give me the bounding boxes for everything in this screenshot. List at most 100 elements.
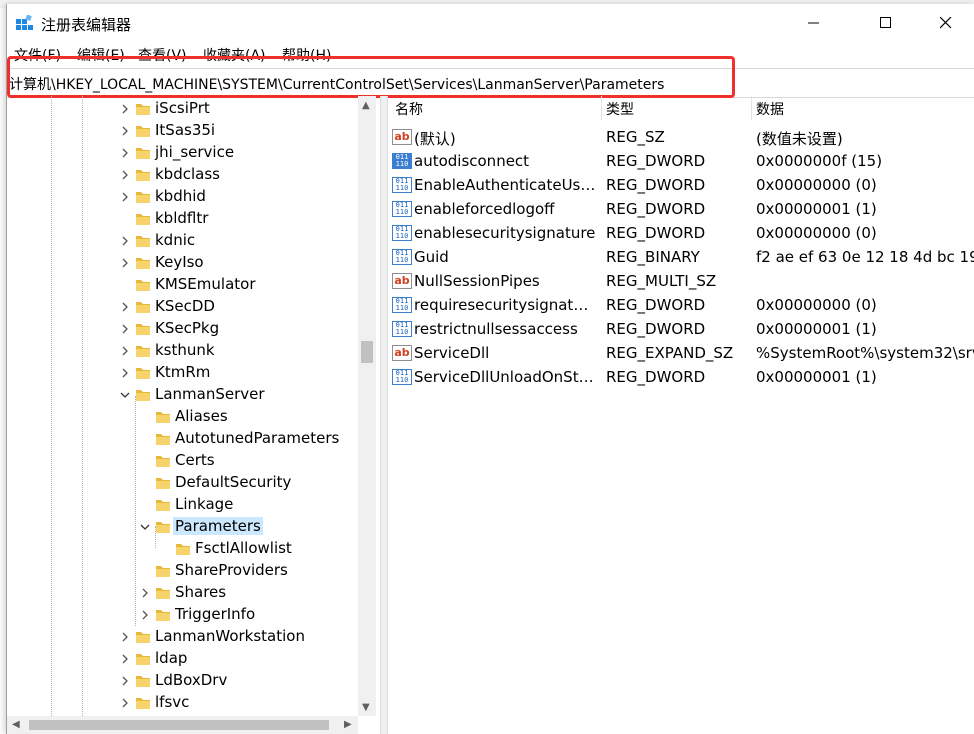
chevron-right-icon[interactable] [119, 652, 131, 666]
tree-node-label[interactable]: KMSEmulator [153, 275, 257, 293]
tree-node[interactable]: AutotunedParameters [7, 428, 367, 450]
close-button[interactable] [923, 6, 969, 40]
tree-node-label[interactable]: Parameters [173, 517, 263, 535]
column-header-type[interactable]: 类型 [606, 99, 634, 119]
tree-node-label[interactable]: lfsvc [153, 693, 191, 711]
value-row[interactable]: 011 110 autodisconnect REG_DWORD 0x0000000f… [387, 149, 974, 173]
tree-node[interactable]: LdBoxDrv [7, 670, 367, 692]
tree-node-label[interactable]: TriggerInfo [173, 605, 257, 623]
tree-vertical-scrollbar[interactable]: ▲ ▼ [358, 96, 376, 716]
tree-node-label[interactable]: Certs [173, 451, 217, 469]
tree-node-label[interactable]: ksthunk [153, 341, 217, 359]
chevron-right-icon[interactable] [119, 234, 131, 248]
scroll-up-icon[interactable]: ▲ [362, 100, 370, 111]
values-list-pane[interactable]: 名称 类型 数据 ab (默认) REG_SZ (数值未设置) 011 110 autod… [387, 96, 974, 734]
tree-node-label[interactable]: Linkage [173, 495, 235, 513]
tree-node[interactable]: Parameters [7, 516, 367, 538]
column-divider[interactable] [601, 96, 602, 120]
tree-scroll-thumb[interactable] [361, 341, 373, 363]
chevron-right-icon[interactable] [139, 586, 151, 600]
tree-node[interactable]: ShareProviders [7, 560, 367, 582]
tree-node[interactable]: kbldfltr [7, 208, 367, 230]
tree-node-label[interactable]: kbdclass [153, 165, 222, 183]
tree-node[interactable]: KSecDD [7, 296, 367, 318]
tree-node[interactable]: iScsiPrt [7, 98, 367, 120]
value-row[interactable]: ab (默认) REG_SZ (数值未设置) [387, 125, 974, 149]
value-row[interactable]: 011 110 enablesecuritysignature REG_DWORD 0… [387, 221, 974, 245]
scroll-left-icon[interactable]: ◀ [12, 719, 20, 730]
tree-node[interactable]: KMSEmulator [7, 274, 367, 296]
tree-node[interactable]: KeyIso [7, 252, 367, 274]
tree-node-label[interactable]: jhi_service [153, 143, 236, 161]
tree-node[interactable]: KSecPkg [7, 318, 367, 340]
tree-node[interactable]: KtmRm [7, 362, 367, 384]
tree-node-label[interactable]: LdBoxDrv [153, 671, 229, 689]
column-header-data[interactable]: 数据 [756, 99, 784, 119]
chevron-right-icon[interactable] [119, 344, 131, 358]
chevron-right-icon[interactable] [119, 322, 131, 336]
chevron-right-icon[interactable] [119, 146, 131, 160]
tree-node-label[interactable]: DefaultSecurity [173, 473, 293, 491]
tree-node[interactable]: DefaultSecurity [7, 472, 367, 494]
chevron-right-icon[interactable] [119, 190, 131, 204]
tree-node-label[interactable]: Shares [173, 583, 228, 601]
tree-node[interactable]: Shares [7, 582, 367, 604]
value-row[interactable]: 011 110 ServiceDllUnloadOnStop REG_DWORD 0x… [387, 365, 974, 389]
chevron-right-icon[interactable] [119, 630, 131, 644]
tree-node-label[interactable]: kdnic [153, 231, 197, 249]
tree-node[interactable]: ksthunk [7, 340, 367, 362]
maximize-button[interactable] [863, 6, 909, 40]
tree-hscroll-thumb[interactable] [29, 720, 329, 730]
tree-node-label[interactable]: Aliases [173, 407, 230, 425]
tree-node[interactable]: FsctlAllowlist [7, 538, 367, 560]
chevron-right-icon[interactable] [119, 696, 131, 710]
chevron-right-icon[interactable] [119, 366, 131, 380]
chevron-down-icon[interactable] [139, 520, 151, 534]
chevron-down-icon[interactable] [119, 388, 131, 402]
value-row[interactable]: 011 110 restrictnullsessaccess REG_DWORD 0x… [387, 317, 974, 341]
tree-node-label[interactable]: FsctlAllowlist [193, 539, 294, 557]
tree-node-label[interactable]: ldap [153, 649, 189, 667]
tree-node[interactable]: Certs [7, 450, 367, 472]
tree-node[interactable]: ItSas35i [7, 120, 367, 142]
tree-node-label[interactable]: KSecDD [153, 297, 217, 315]
tree-node[interactable]: ldap [7, 648, 367, 670]
tree-node-label[interactable]: ShareProviders [173, 561, 290, 579]
tree-node-label[interactable]: LanmanServer [153, 385, 267, 403]
chevron-right-icon[interactable] [119, 300, 131, 314]
chevron-right-icon[interactable] [119, 168, 131, 182]
chevron-right-icon[interactable] [119, 124, 131, 138]
tree-node-label[interactable]: KSecPkg [153, 319, 221, 337]
tree-node[interactable]: kbdclass [7, 164, 367, 186]
chevron-right-icon[interactable] [119, 256, 131, 270]
tree-node[interactable]: jhi_service [7, 142, 367, 164]
chevron-right-icon[interactable] [119, 102, 131, 116]
value-row[interactable]: 011 110EnableAuthenticateUserSharing REG_… [387, 173, 974, 197]
value-row[interactable]: ab NullSessionPipes REG_MULTI_SZ [387, 269, 974, 293]
tree-node[interactable]: kdnic [7, 230, 367, 252]
tree-node-label[interactable]: iScsiPrt [153, 99, 212, 117]
scroll-down-icon[interactable]: ▼ [362, 702, 370, 713]
chevron-right-icon[interactable] [139, 608, 151, 622]
tree-horizontal-scrollbar[interactable]: ◀ ▶ [7, 716, 358, 734]
value-row[interactable]: ab ServiceDll REG_EXPAND_SZ %SystemRoot%\sy… [387, 341, 974, 365]
column-header-name[interactable]: 名称 [395, 99, 423, 119]
tree-node[interactable]: Linkage [7, 494, 367, 516]
tree-node[interactable]: TriggerInfo [7, 604, 367, 626]
tree-node-label[interactable]: kbdhid [153, 187, 208, 205]
tree-node[interactable]: LanmanServer [7, 384, 367, 406]
tree-node-label[interactable]: AutotunedParameters [173, 429, 341, 447]
minimize-button[interactable] [791, 6, 837, 40]
tree-node[interactable]: kbdhid [7, 186, 367, 208]
value-row[interactable]: 011 110 Guid REG_BINARY f2 ae ef 63 0e 12 1… [387, 245, 974, 269]
tree-node-label[interactable]: KeyIso [153, 253, 206, 271]
tree-node-label[interactable]: KtmRm [153, 363, 212, 381]
tree-node-label[interactable]: ItSas35i [153, 121, 217, 139]
tree-node-label[interactable]: kbldfltr [153, 209, 210, 227]
tree-node[interactable]: lfsvc [7, 692, 367, 714]
tree-node[interactable]: Aliases [7, 406, 367, 428]
value-row[interactable]: 011 110 requiresecuritysignature REG_DWORD… [387, 293, 974, 317]
tree-node[interactable]: LanmanWorkstation [7, 626, 367, 648]
scroll-right-icon[interactable]: ▶ [344, 719, 352, 730]
value-row[interactable]: 011 110 enableforcedlogoff REG_DWORD 0x0000… [387, 197, 974, 221]
